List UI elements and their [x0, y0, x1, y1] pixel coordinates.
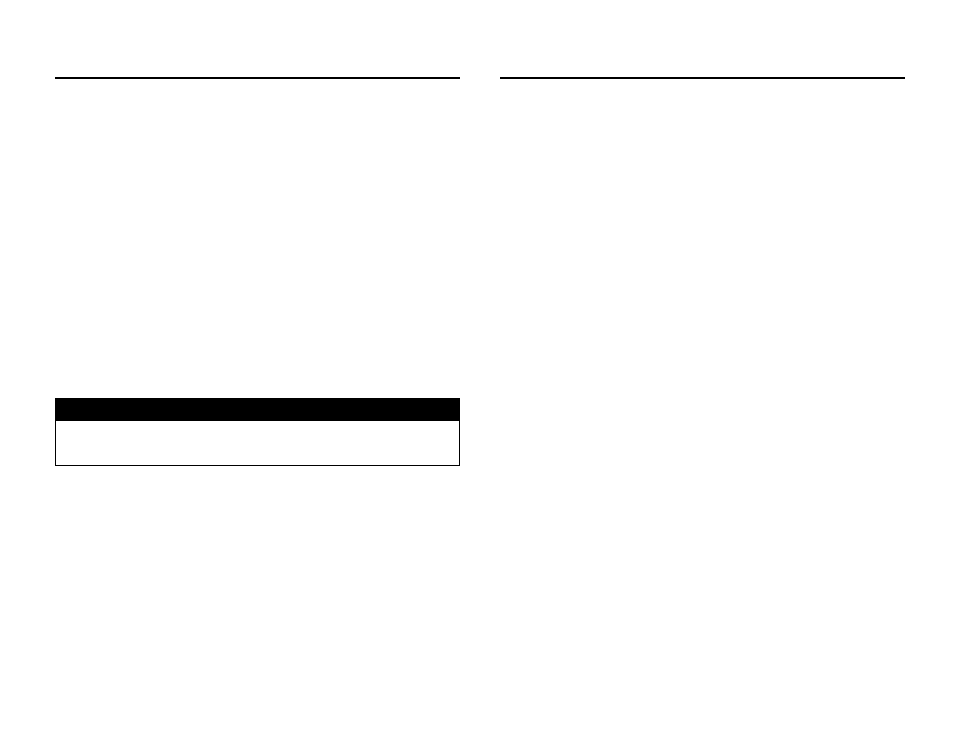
table-header-row	[56, 399, 459, 421]
left-column-rule	[55, 77, 460, 79]
table-row	[56, 421, 459, 465]
document-page	[0, 0, 954, 738]
content-table	[55, 398, 460, 466]
right-column-rule	[500, 77, 905, 79]
